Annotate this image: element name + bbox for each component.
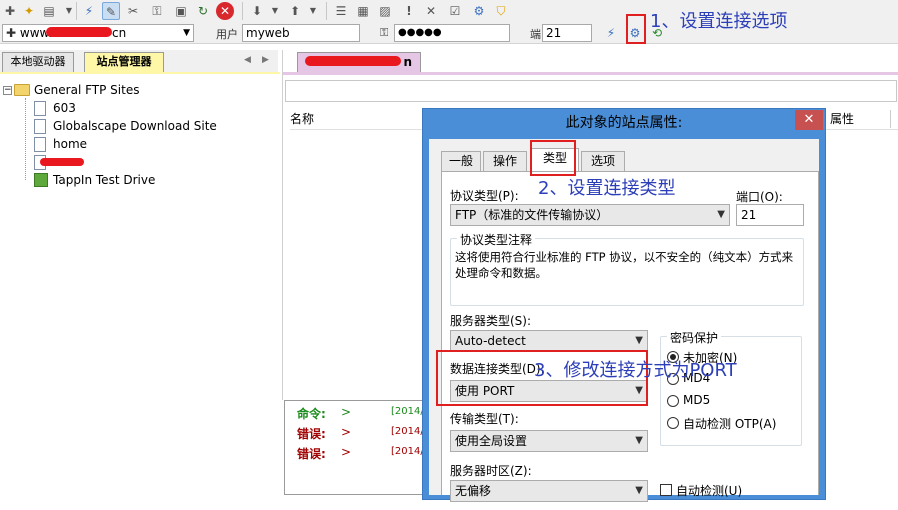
annotation-step2: 2、设置连接类型 [538, 178, 676, 199]
timezone-label: 服务器时区(Z): [450, 464, 532, 478]
dialog-title: 此对象的站点属性: [565, 115, 683, 131]
radio-md5[interactable] [667, 395, 679, 407]
port-label: 端 [530, 28, 541, 41]
protocol-note-text: 这将使用符合行业标准的 FTP 协议，以不安全的（纯文本）方式来处理命令和数据。 [455, 250, 794, 280]
column-attributes[interactable]: 属性 [826, 108, 898, 130]
down-icon[interactable]: ⬇ [248, 2, 266, 20]
up-icon[interactable]: ⬆ [286, 2, 304, 20]
highlight-connection-options [626, 14, 646, 44]
column-name[interactable]: 名称 [290, 108, 424, 130]
user-label: 用户 [216, 28, 238, 41]
log-label: 错误: [297, 447, 326, 461]
highlight-type-tab [530, 140, 576, 176]
settings-icon[interactable]: ⚙ [470, 2, 488, 20]
transfer-type-label: 传输类型(T): [450, 412, 519, 426]
port-input[interactable]: 21 [736, 204, 804, 226]
check-icon[interactable]: ☑ [446, 2, 464, 20]
folder-icon [14, 84, 30, 96]
stop-icon[interactable]: ✕ [216, 2, 234, 20]
protocol-note-group: 协议类型注释 这将使用符合行业标准的 FTP 协议，以不安全的（纯文本）方式来处… [450, 231, 804, 306]
log-label: 错误: [297, 427, 326, 441]
chevron-down-icon[interactable]: ▼ [183, 25, 190, 41]
tree-item-globalscape[interactable]: Globalscape Download Site [53, 119, 217, 133]
password-protection-group: 密码保护 未加密(N) MD4 MD5 自动检测 OTP(A) [660, 329, 802, 446]
new-icon[interactable]: ✚ [1, 2, 19, 20]
site-icon [34, 101, 46, 116]
annotation-step3: 3、修改连接方式为PORT [534, 360, 737, 381]
tab-site-manager[interactable]: 站点管理器 [84, 52, 164, 72]
site-icon [34, 119, 46, 134]
close-button[interactable]: ✕ [795, 110, 823, 130]
tree-root-general-ftp[interactable]: General FTP Sites [34, 83, 139, 97]
text-icon[interactable]: ☰ [332, 2, 350, 20]
alert-icon[interactable]: ! [400, 2, 418, 20]
edit-icon[interactable]: ✎ [102, 2, 120, 20]
protocol-select[interactable]: FTP（标准的文件传输协议） ▼ [450, 204, 730, 226]
site-properties-dialog: 此对象的站点属性: ✕ 一般 操作 类型 选项 协议类型(P): FTP（标准的… [422, 108, 826, 502]
log-panel: 命令: > [2014/ 错误: > [2014/ 错误: > [2014/ [284, 400, 434, 495]
tree-item-home[interactable]: home [53, 137, 87, 151]
chevron-down-icon: ▼ [635, 485, 643, 496]
delete-icon[interactable]: ✕ [422, 2, 440, 20]
tab-scroll-right-icon[interactable]: ▶ [262, 55, 269, 65]
tab-options[interactable]: 选项 [581, 151, 625, 171]
key-icon: ⚿ [380, 26, 389, 39]
redaction-mark [305, 56, 401, 66]
image-icon[interactable]: ▨ [376, 2, 394, 20]
redaction-mark [40, 158, 84, 166]
page-icon[interactable]: ▤ [40, 2, 58, 20]
server-type-select[interactable]: Auto-detect ▼ [450, 330, 648, 352]
transfer-type-select[interactable]: 使用全局设置 ▼ [450, 430, 648, 452]
remote-path-input[interactable] [285, 80, 897, 102]
wizard-icon[interactable]: ✦ [20, 2, 38, 20]
port-input[interactable]: 21 [542, 24, 592, 42]
ftp-client-window: ✚ ✦ ▤ ▼ ⚡ ✎ ✂ ⚿ ▣ ↻ ✕ ⬇ ▼ ⬆ ▼ ☰ ▦ ▨ ! ✕ … [0, 0, 898, 510]
chevron-down-icon: ▼ [635, 435, 643, 446]
chevron-down-icon: ▼ [635, 335, 643, 346]
connect-icon[interactable]: ⚡ [80, 2, 98, 20]
chevron-down-icon: ▼ [717, 209, 725, 220]
down-dropdown-icon[interactable]: ▼ [266, 2, 284, 20]
radio-otp[interactable] [667, 417, 679, 429]
tools-icon[interactable]: ✂ [124, 2, 142, 20]
shield-icon[interactable]: ⛉ [492, 2, 510, 20]
site-icon [34, 137, 46, 152]
timezone-select[interactable]: 无偏移 ▼ [450, 480, 648, 502]
plug-icon[interactable]: ⚡ [602, 24, 620, 42]
tab-actions[interactable]: 操作 [483, 151, 527, 171]
auto-detect-checkbox[interactable] [660, 484, 672, 496]
auto-detect-label: 自动检测(U) [676, 484, 743, 498]
lock2-icon[interactable]: ▣ [172, 2, 190, 20]
lock-icon[interactable]: ⚿ [148, 2, 166, 20]
media-icon[interactable]: ▦ [354, 2, 372, 20]
type-tab-page: 协议类型(P): FTP（标准的文件传输协议） ▼ 端口(O): 21 协议类型注… [441, 171, 819, 502]
tab-general[interactable]: 一般 [441, 151, 481, 171]
tappin-icon [34, 173, 48, 187]
up-dropdown-icon[interactable]: ▼ [304, 2, 322, 20]
server-type-label: 服务器类型(S): [450, 314, 532, 328]
annotation-step1: 1、设置连接选项 [650, 11, 788, 32]
port-label: 端口(O): [736, 190, 783, 204]
collapse-icon[interactable]: − [3, 86, 12, 95]
user-input[interactable]: myweb [242, 24, 360, 42]
site-tree: − General FTP Sites 603 Globalscape Down… [0, 78, 280, 398]
log-label: 命令: [297, 407, 326, 421]
tab-scroll-left-icon[interactable]: ◀ [244, 55, 251, 65]
tree-item-tappin[interactable]: TappIn Test Drive [53, 173, 155, 187]
protocol-label: 协议类型(P): [450, 189, 519, 203]
tree-item-603[interactable]: 603 [53, 101, 76, 115]
password-input[interactable]: ●●●●● [394, 24, 510, 42]
left-tab-strip: 本地驱动器 站点管理器 ◀ ▶ [0, 50, 278, 72]
refresh-icon[interactable]: ↻ [194, 2, 212, 20]
redaction-mark [46, 27, 112, 37]
tab-local-drives[interactable]: 本地驱动器 [2, 52, 74, 72]
